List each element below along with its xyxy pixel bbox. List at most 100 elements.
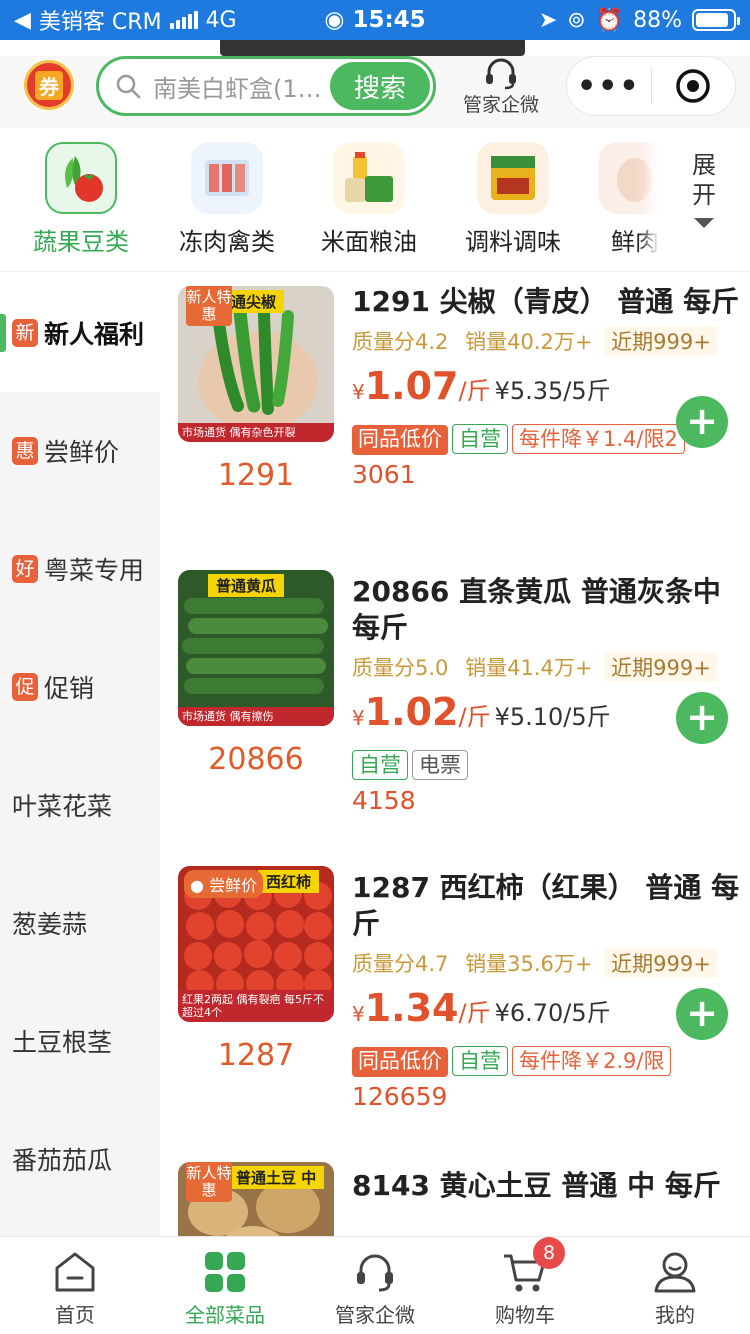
cart-count-badge: 8 xyxy=(533,1237,565,1269)
tab-label: 全部菜品 xyxy=(185,1303,265,1327)
product-image[interactable]: 普通黄瓜 市场通货 偶有擦伤 xyxy=(178,570,334,726)
tag-self-operated: 自营 xyxy=(452,424,508,454)
product-image[interactable]: 普通尖椒 新人特惠 市场通货 偶有杂色开裂 xyxy=(178,286,334,442)
currency-symbol: ¥ xyxy=(352,380,365,404)
sidebar-item-tomato-eggplant[interactable]: 番茄茄瓜 xyxy=(0,1100,160,1218)
tab-manager-wecom[interactable]: 管家企微 xyxy=(300,1237,450,1334)
tag-discount: 每件降￥2.9/限 xyxy=(512,1046,672,1076)
vegetables-image xyxy=(45,142,117,214)
chevron-down-icon xyxy=(694,218,714,228)
product-image[interactable]: 西红柿 ● 尝鲜价 红果2两起 偶有裂疤 每5斤不超过4个 xyxy=(178,866,334,1022)
quality-score: 质量分5.0 xyxy=(352,656,449,680)
tag-low-price: 同品低价 xyxy=(352,425,448,455)
bottom-tab-bar: 首页 全部菜品 管家企微 8 购物车 我的 xyxy=(0,1236,750,1334)
tab-all-dishes[interactable]: 全部菜品 xyxy=(150,1237,300,1334)
sidebar-badge: 新 xyxy=(12,319,38,347)
price-unit: /斤 xyxy=(458,377,491,405)
product-title[interactable]: 8143 黄心土豆 普通 中 每斤 xyxy=(352,1168,742,1204)
back-arrow-icon[interactable]: ◀ xyxy=(14,8,31,33)
sidebar-item-label: 新人福利 xyxy=(44,320,145,349)
sidebar-item-label: 促销 xyxy=(44,674,95,703)
header: 券 南美白虾盒(1.... 搜索 管家企微 ••• xyxy=(0,56,750,128)
sidebar-item-cantonese[interactable]: 好 粤菜专用 xyxy=(0,510,160,628)
sidebar-item-tasting-price[interactable]: 惠 尝鲜价 xyxy=(0,392,160,510)
image-caption: 市场通货 偶有擦伤 xyxy=(178,707,334,726)
sidebar-item-promotion[interactable]: 促 促销 xyxy=(0,628,160,746)
pack-price: ¥6.70/5斤 xyxy=(494,999,611,1027)
image-label: 西红柿 xyxy=(258,870,320,893)
manager-label: 管家企微 xyxy=(462,94,539,116)
coupon-label: 券 xyxy=(35,70,63,100)
sold-count: 3061 xyxy=(352,460,416,489)
product-code: 20866 xyxy=(208,742,304,777)
tab-label: 购物车 xyxy=(495,1303,555,1327)
search-button[interactable]: 搜索 xyxy=(330,62,430,110)
add-to-cart-button[interactable]: + xyxy=(676,692,728,744)
recent-count: 近期999+ xyxy=(605,652,717,682)
product-title[interactable]: 1291 尖椒（青皮） 普通 每斤 xyxy=(352,284,742,320)
search-icon xyxy=(116,74,141,99)
add-to-cart-button[interactable]: + xyxy=(676,396,728,448)
tab-home[interactable]: 首页 xyxy=(0,1237,150,1334)
add-to-cart-button[interactable]: + xyxy=(676,988,728,1040)
category-vegetables[interactable]: 蔬果豆类 xyxy=(6,142,156,257)
manager-wecom-button[interactable]: 管家企微 xyxy=(456,56,546,117)
price-amount: 1.02 xyxy=(364,690,459,734)
sales-volume: 销量35.6万+ xyxy=(465,952,593,976)
product-code: 1291 xyxy=(217,458,295,493)
product-tags: 同品低价 自营 每件降￥2.9/限 xyxy=(352,1046,742,1080)
category-bar: 蔬果豆类 冻肉禽类 米面粮油 调料调味 鲜肉 展开 xyxy=(0,128,750,272)
currency-symbol: ¥ xyxy=(352,706,365,730)
image-label: 普通黄瓜 xyxy=(208,574,285,597)
product-image[interactable]: 普通土豆 中 新人特惠 xyxy=(178,1162,334,1236)
tab-cart[interactable]: 8 购物车 xyxy=(450,1237,600,1334)
frozen-meat-image xyxy=(191,142,263,214)
product-stats: 质量分4.7 销量35.6万+ 近期999+ xyxy=(352,948,742,980)
product-code: 1287 xyxy=(217,1038,295,1073)
product-title[interactable]: 20866 直条黄瓜 普通灰条中 每斤 xyxy=(352,574,742,646)
sidebar-item-label: 土豆根茎 xyxy=(12,1028,113,1057)
coupon-button[interactable]: 券 xyxy=(24,60,74,110)
pack-price: ¥5.10/5斤 xyxy=(494,703,611,731)
category-rice-oil[interactable]: 米面粮油 xyxy=(294,142,444,257)
new-user-ribbon: 新人特惠 xyxy=(186,286,232,326)
price-amount: 1.07 xyxy=(364,364,459,408)
cart-icon xyxy=(450,1249,600,1295)
recent-count: 近期999+ xyxy=(605,326,717,356)
sidebar-item-new-user[interactable]: 新 新人福利 xyxy=(0,274,160,392)
tasting-price-label: 尝鲜价 xyxy=(209,876,258,895)
home-icon xyxy=(0,1249,150,1295)
image-caption: 红果2两起 偶有裂疤 每5斤不超过4个 xyxy=(178,990,334,1022)
product-info: 8143 黄心土豆 普通 中 每斤 xyxy=(352,1168,742,1204)
search-bar[interactable]: 南美白虾盒(1.... 搜索 xyxy=(96,56,436,116)
status-bar: ◀ 美销客 CRM 4G ◉ 15:45 ➤ ⊚ ⏰ 88% xyxy=(0,0,750,40)
search-input[interactable]: 南美白虾盒(1.... xyxy=(153,69,323,104)
price-unit: /斤 xyxy=(458,999,491,1027)
more-options-icon[interactable]: ••• xyxy=(567,69,651,104)
price-unit: /斤 xyxy=(458,703,491,731)
sidebar-badge: 促 xyxy=(12,673,38,701)
tab-profile[interactable]: 我的 xyxy=(600,1237,750,1334)
status-app-name: 美销客 CRM xyxy=(38,10,162,35)
tab-label: 管家企微 xyxy=(335,1303,415,1327)
category-frozen-meat[interactable]: 冻肉禽类 xyxy=(152,142,302,257)
quality-score: 质量分4.7 xyxy=(352,952,449,976)
sidebar-item-roots[interactable]: 土豆根茎 xyxy=(0,982,160,1100)
product-title[interactable]: 1287 西红柿（红果） 普通 每斤 xyxy=(352,870,742,942)
tag-e-invoice: 电票 xyxy=(412,750,468,780)
currency-symbol: ¥ xyxy=(352,1002,365,1026)
close-target-icon[interactable] xyxy=(652,68,736,104)
battery-icon xyxy=(692,9,740,31)
alarm-icon: ⏰ xyxy=(595,7,624,33)
tasting-price-ribbon: ● 尝鲜价 xyxy=(184,870,264,898)
sidebar-item-onion-ginger-garlic[interactable]: 葱姜蒜 xyxy=(0,864,160,982)
clock-circle-icon: ◉ xyxy=(324,7,345,33)
product-tags: 自营 电票 xyxy=(352,750,742,784)
headset-icon xyxy=(300,1249,450,1295)
signal-icon xyxy=(169,11,198,29)
sidebar-item-leafy[interactable]: 叶菜花菜 xyxy=(0,746,160,864)
expand-label: 展开 xyxy=(692,151,716,209)
expand-categories-button[interactable]: 展开 xyxy=(658,128,750,271)
sales-volume: 销量41.4万+ xyxy=(465,656,593,680)
sales-volume: 销量40.2万+ xyxy=(465,330,593,354)
